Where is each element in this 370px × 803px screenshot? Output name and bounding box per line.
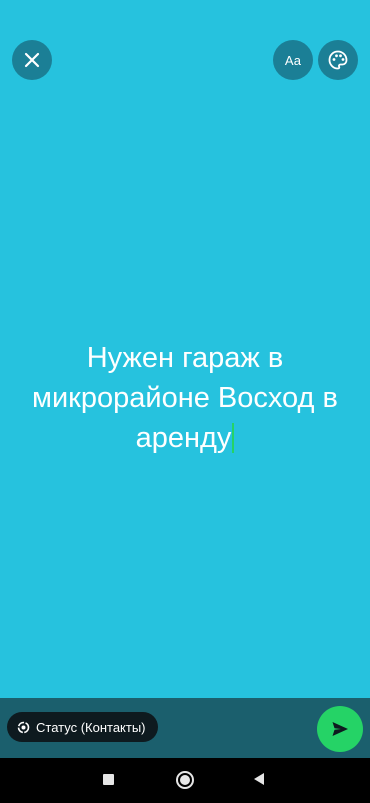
font-style-label: Aa	[284, 52, 302, 68]
status-editor-canvas[interactable]: Aa Нужен гараж в микрорайоне Восход в ар…	[0, 0, 370, 698]
home-dot	[180, 775, 190, 785]
system-navigation-bar	[0, 758, 370, 803]
back-icon[interactable]	[254, 773, 264, 785]
send-button[interactable]	[317, 706, 363, 752]
status-privacy-button[interactable]: Статус (Контакты)	[7, 712, 158, 742]
color-palette-button[interactable]	[318, 40, 358, 80]
status-privacy-label: Статус (Контакты)	[36, 719, 146, 735]
close-button[interactable]	[12, 40, 52, 80]
status-text-input[interactable]: Нужен гараж в микрорайоне Восход в аренд…	[20, 338, 350, 458]
send-icon	[330, 719, 350, 739]
status-text: Нужен гараж в микрорайоне Восход в аренд…	[32, 342, 338, 454]
close-icon	[23, 51, 41, 69]
status-footer-bar: Статус (Контакты)	[0, 698, 370, 758]
recents-icon[interactable]	[103, 774, 114, 785]
palette-icon	[327, 49, 349, 71]
text-caret	[232, 423, 235, 453]
font-style-button[interactable]: Aa	[273, 40, 313, 80]
status-ring-icon	[17, 721, 30, 734]
home-icon[interactable]	[176, 771, 194, 789]
